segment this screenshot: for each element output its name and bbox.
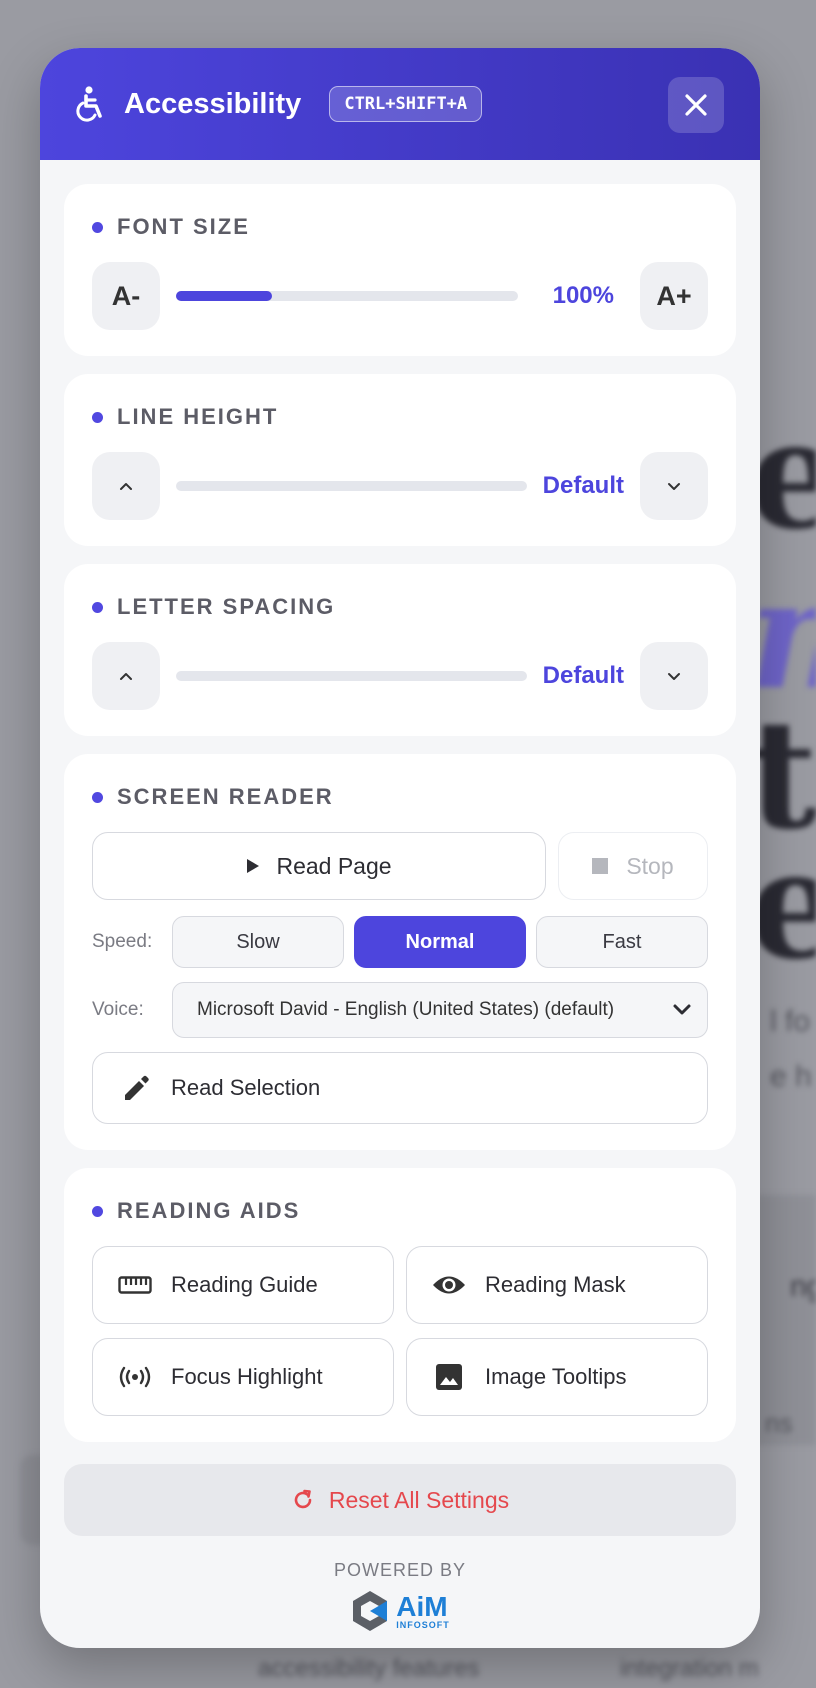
bullet-dot [92,791,103,803]
read-selection-label: Read Selection [171,1075,321,1100]
focus-highlight-button[interactable]: Focus Highlight [92,1338,394,1416]
shortcut-badge: CTRL+SHIFT+A [329,86,483,122]
voice-label: Voice: [92,999,144,1020]
logo-mark-icon [353,1591,388,1631]
accessibility-panel: Accessibility CTRL+SHIFT+A FONT SIZE A- … [40,48,760,1648]
section-title: LINE HEIGHT [92,404,708,430]
reading-aids-title: READING AIDS [117,1198,301,1223]
reading-guide-button[interactable]: Reading Guide [92,1246,394,1324]
chevron-up-icon [120,672,132,680]
pencil-icon [125,1075,149,1100]
panel-body[interactable]: FONT SIZE A- 100% A+ LINE HEIGHT Default… [40,160,760,1448]
broadcast-icon [117,1362,153,1392]
bullet-dot [92,1205,103,1217]
speed-label: Speed: [92,931,153,952]
image-tooltips-button[interactable]: Image Tooltips [406,1338,708,1416]
reading-aids-card: READING AIDS Reading Guide Reading Mask [64,1168,736,1442]
speed-fast-button[interactable]: Fast [536,916,708,968]
eye-icon [431,1270,467,1300]
font-size-value: 100% [552,282,614,309]
bg-fragment: l fo [770,1005,811,1038]
line-height-value: Default [542,472,624,499]
decrease-font-button[interactable]: A- [92,262,160,330]
letter-spacing-decrease-button[interactable] [640,642,708,710]
screen-reader-card: SCREEN READER Read Page Stop Speed: Slow… [64,754,736,1150]
increase-font-button[interactable]: A+ [640,262,708,330]
bullet-dot [92,221,103,233]
letter-spacing-increase-button[interactable] [92,642,160,710]
voice-select[interactable]: Microsoft David - English (United States… [172,982,708,1038]
bg-fragment: ns [765,1408,793,1438]
font-size-slider-fill [176,291,272,301]
font-size-slider[interactable] [176,291,518,301]
bg-fragment: accessibility features [258,1655,480,1682]
section-title: FONT SIZE [92,214,708,240]
reading-mask-label: Reading Mask [485,1272,626,1297]
panel-footer: POWERED BY AiM INFOSOFT [40,1560,760,1638]
accessibility-icon [76,86,106,122]
play-icon [247,859,260,873]
bg-fragment: e h [770,1060,812,1093]
chevron-up-icon [120,482,132,490]
section-title: LETTER SPACING [92,594,708,620]
line-height-card: LINE HEIGHT Default [64,374,736,546]
aim-infosoft-logo[interactable]: AiM INFOSOFT [350,1589,450,1633]
line-height-title: LINE HEIGHT [117,404,279,429]
reading-mask-button[interactable]: Reading Mask [406,1246,708,1324]
refresh-icon [294,1489,312,1509]
voice-value: Microsoft David - English (United States… [197,999,615,1020]
read-selection-button[interactable]: Read Selection [92,1052,708,1124]
ruler-icon [117,1270,153,1300]
reset-all-button[interactable]: Reset All Settings [64,1464,736,1536]
bg-fragment: ng [790,1270,816,1303]
close-button[interactable] [668,77,724,133]
stop-icon [592,858,609,874]
stop-button[interactable]: Stop [558,832,708,900]
stop-label: Stop [626,852,674,879]
logo-subtext: INFOSOFT [396,1619,450,1630]
panel-title: Accessibility [124,87,302,120]
image-tooltips-label: Image Tooltips [485,1364,627,1389]
line-height-increase-button[interactable] [92,452,160,520]
bullet-dot [92,411,103,423]
chevron-down-icon [673,1004,691,1015]
reset-all-label: Reset All Settings [328,1486,510,1513]
chevron-down-icon [668,672,680,680]
speed-normal-button[interactable]: Normal [354,916,526,968]
panel-header: Accessibility CTRL+SHIFT+A [40,48,760,160]
bullet-dot [92,601,103,613]
section-title: SCREEN READER [92,784,708,810]
screen-reader-title: SCREEN READER [117,784,334,809]
close-icon [685,94,707,116]
image-icon [431,1362,467,1392]
letter-spacing-slider[interactable] [176,671,527,681]
read-page-label: Read Page [276,852,392,879]
section-title: READING AIDS [92,1198,708,1224]
line-height-decrease-button[interactable] [640,452,708,520]
font-size-title: FONT SIZE [117,214,250,239]
chevron-down-icon [668,482,680,490]
read-page-button[interactable]: Read Page [92,832,546,900]
powered-by-label: POWERED BY [333,1560,467,1580]
letter-spacing-value: Default [542,662,624,689]
line-height-slider[interactable] [176,481,527,491]
speed-slow-button[interactable]: Slow [172,916,344,968]
focus-highlight-label: Focus Highlight [171,1364,323,1389]
reading-guide-label: Reading Guide [171,1272,318,1297]
bg-fragment: integration m [620,1655,759,1682]
letter-spacing-card: LETTER SPACING Default [64,564,736,736]
logo-text: AiM [396,1590,448,1622]
letter-spacing-title: LETTER SPACING [117,594,336,619]
font-size-card: FONT SIZE A- 100% A+ [64,184,736,356]
